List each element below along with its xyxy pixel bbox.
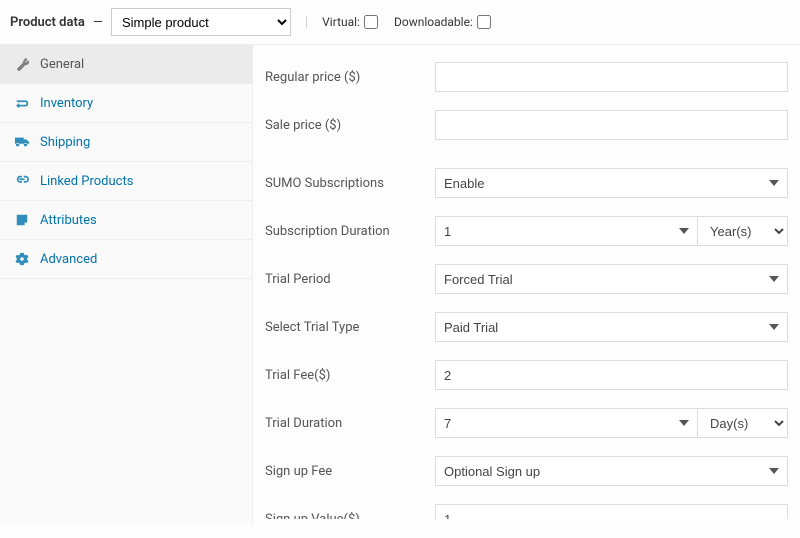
signup-fee-label: Sign up Fee — [265, 464, 425, 479]
sidebar-item-general[interactable]: General — [0, 45, 252, 84]
row-trial-duration: Trial Duration 7 Day(s) — [253, 399, 800, 447]
trial-duration-unit-select[interactable]: Day(s) — [698, 408, 788, 438]
truck-icon — [14, 134, 30, 150]
trial-period-select[interactable]: Forced Trial — [435, 264, 788, 294]
link-icon — [14, 173, 30, 189]
note-icon — [14, 212, 30, 228]
header-dash: — — [93, 15, 103, 30]
sumo-label: SUMO Subscriptions — [265, 176, 425, 191]
header-separator: | — [305, 15, 308, 30]
regular-price-label: Regular price ($) — [265, 70, 425, 85]
virtual-checkbox-group[interactable]: Virtual: — [322, 15, 378, 29]
sale-price-label: Sale price ($) — [265, 118, 425, 133]
sidebar-item-linked-products[interactable]: Linked Products — [0, 162, 252, 201]
sub-duration-label: Subscription Duration — [265, 224, 425, 239]
trial-duration-group: 7 Day(s) — [435, 408, 788, 438]
signup-value-label: Sign up Value($) — [265, 512, 425, 520]
row-trial-fee: Trial Fee($) — [253, 351, 800, 399]
sidebar-item-inventory[interactable]: Inventory — [0, 84, 252, 123]
row-trial-period: Trial Period Forced Trial — [253, 255, 800, 303]
product-type-select[interactable]: Simple product — [111, 8, 291, 36]
return-icon — [14, 95, 30, 111]
sidebar-item-label: Shipping — [40, 135, 90, 150]
sidebar-item-label: General — [40, 57, 84, 72]
sidebar-item-label: Linked Products — [40, 174, 133, 189]
sub-duration-group: 1 Year(s) — [435, 216, 788, 246]
sidebar: General Inventory Shipping Linked Produc… — [0, 45, 253, 525]
product-data-header: Product data — Simple product | Virtual:… — [0, 0, 800, 45]
sidebar-item-advanced[interactable]: Advanced — [0, 240, 252, 279]
row-regular-price: Regular price ($) — [253, 53, 800, 101]
trial-period-label: Trial Period — [265, 272, 425, 287]
signup-fee-select[interactable]: Optional Sign up — [435, 456, 788, 486]
downloadable-label: Downloadable: — [394, 15, 473, 29]
signup-value-input[interactable] — [435, 504, 788, 519]
sidebar-item-label: Attributes — [40, 213, 97, 228]
sub-duration-unit-select[interactable]: Year(s) — [698, 216, 788, 246]
sidebar-item-attributes[interactable]: Attributes — [0, 201, 252, 240]
sale-price-input[interactable] — [435, 110, 788, 140]
sidebar-item-label: Advanced — [40, 252, 97, 267]
wrench-icon — [14, 56, 30, 72]
regular-price-input[interactable] — [435, 62, 788, 92]
trial-duration-select[interactable]: 7 — [435, 408, 698, 438]
row-signup-value: Sign up Value($) — [253, 495, 800, 519]
sumo-select[interactable]: Enable — [435, 168, 788, 198]
virtual-label: Virtual: — [322, 15, 360, 29]
trial-type-label: Select Trial Type — [265, 320, 425, 335]
downloadable-checkbox[interactable] — [477, 15, 491, 29]
gear-icon — [14, 251, 30, 267]
row-trial-type: Select Trial Type Paid Trial — [253, 303, 800, 351]
sidebar-item-shipping[interactable]: Shipping — [0, 123, 252, 162]
sub-duration-select[interactable]: 1 — [435, 216, 698, 246]
row-sale-price: Sale price ($) — [253, 101, 800, 149]
trial-duration-label: Trial Duration — [265, 416, 425, 431]
virtual-checkbox[interactable] — [364, 15, 378, 29]
trial-fee-input[interactable] — [435, 360, 788, 390]
main-panel: Regular price ($) Sale price ($) SUMO Su… — [253, 45, 800, 519]
trial-type-select[interactable]: Paid Trial — [435, 312, 788, 342]
row-sub-duration: Subscription Duration 1 Year(s) — [253, 207, 800, 255]
downloadable-checkbox-group[interactable]: Downloadable: — [394, 15, 491, 29]
sidebar-item-label: Inventory — [40, 96, 93, 111]
row-sumo: SUMO Subscriptions Enable — [253, 159, 800, 207]
header-title: Product data — [10, 15, 85, 30]
trial-fee-label: Trial Fee($) — [265, 368, 425, 383]
body: General Inventory Shipping Linked Produc… — [0, 45, 800, 525]
row-signup-fee: Sign up Fee Optional Sign up — [253, 447, 800, 495]
